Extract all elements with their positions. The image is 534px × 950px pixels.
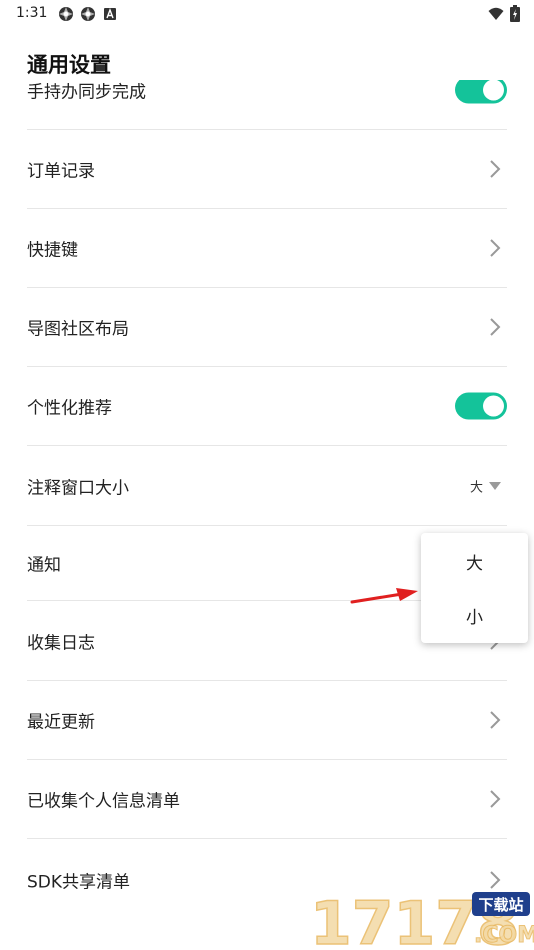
setting-item-mindmap-community-layout[interactable]: 导图社区布局	[27, 288, 507, 367]
setting-item-sync-complete[interactable]: 手持办同步完成	[27, 80, 507, 130]
setting-item-label: 收集日志	[27, 633, 95, 654]
battery-charging-icon	[510, 5, 520, 22]
status-bar: 1:31	[0, 0, 534, 30]
chevron-right-icon	[490, 239, 501, 257]
chevron-right-icon	[490, 790, 501, 808]
setting-item-label: 注释窗口大小	[27, 478, 129, 499]
setting-item-label: 个性化推荐	[27, 398, 112, 419]
settings-icon	[81, 7, 95, 21]
setting-item-recent-updates[interactable]: 最近更新	[27, 681, 507, 760]
setting-item-label: 手持办同步完成	[27, 82, 146, 103]
setting-item-collected-personal-info-list[interactable]: 已收集个人信息清单	[27, 760, 507, 839]
setting-item-label: 导图社区布局	[27, 319, 129, 340]
personalized-recommendations-toggle[interactable]	[455, 392, 507, 420]
sync-complete-toggle[interactable]	[455, 80, 507, 104]
setting-item-order-records[interactable]: 订单记录	[27, 130, 507, 209]
setting-item-label: 最近更新	[27, 712, 95, 733]
red-arrow-annotation	[350, 588, 418, 604]
svg-text:下载站: 下载站	[478, 896, 523, 914]
annotation-size-value[interactable]: 大	[470, 477, 483, 496]
settings-icon	[59, 7, 73, 21]
a-notification-icon	[104, 8, 116, 20]
chevron-right-icon	[490, 711, 501, 729]
status-icons-left	[58, 6, 118, 22]
chevron-right-icon	[490, 318, 501, 336]
setting-item-label: 快捷键	[27, 240, 78, 261]
setting-item-label: SDK共享清单	[27, 872, 131, 892]
chevron-right-icon	[490, 160, 501, 178]
setting-item-personalized-recommendations[interactable]: 个性化推荐	[27, 367, 507, 446]
svg-text:.COM: .COM	[474, 923, 534, 948]
setting-item-label: 通知	[27, 555, 61, 576]
annotation-size-dropdown: 大 小	[421, 533, 528, 643]
toggle-knob	[483, 80, 504, 101]
watermark-logo: 17178 下载站 .COM	[310, 888, 534, 950]
caret-down-icon[interactable]	[489, 482, 501, 490]
setting-item-label: 订单记录	[27, 161, 95, 182]
setting-item-annotation-window-size[interactable]: 注释窗口大小 大	[27, 447, 507, 526]
status-time: 1:31	[16, 5, 48, 21]
page-title: 通用设置	[27, 53, 111, 77]
setting-item-shortcuts[interactable]: 快捷键	[27, 209, 507, 288]
setting-item-label: 已收集个人信息清单	[27, 791, 180, 812]
dropdown-option-large[interactable]: 大	[421, 534, 528, 588]
toggle-knob	[483, 395, 504, 417]
wifi-icon	[488, 7, 504, 20]
status-icons-right	[488, 5, 520, 22]
settings-list[interactable]: 手持办同步完成 订单记录 快捷键 导图社区布局 个性化推荐 注释窗口大小 大 通…	[0, 80, 534, 950]
dropdown-option-small[interactable]: 小	[421, 588, 528, 642]
